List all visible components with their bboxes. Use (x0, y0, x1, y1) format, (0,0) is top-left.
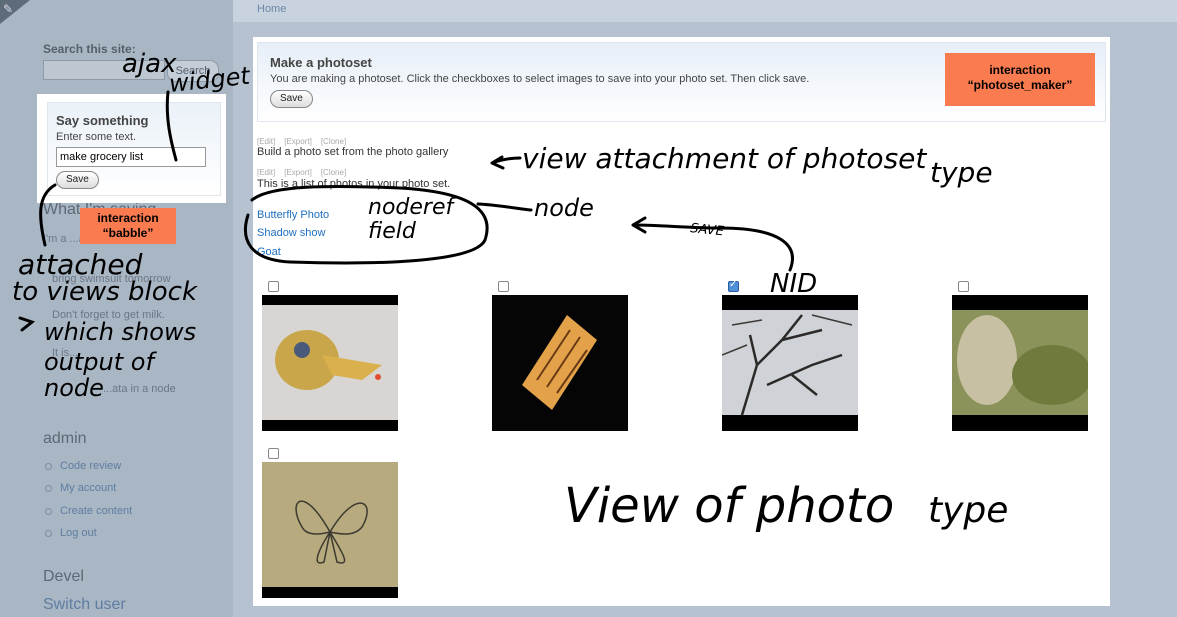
node-link-butterfly[interactable]: Butterfly Photo (257, 209, 329, 221)
babble-hint: Enter some text. (56, 131, 137, 143)
babble-text-input[interactable] (56, 147, 206, 167)
photo-orange-card (492, 295, 628, 431)
babble-save-button[interactable]: Save (56, 171, 99, 189)
export-link[interactable]: [Export] (284, 168, 312, 177)
edit-link[interactable]: [Edit] (257, 168, 275, 177)
tag-line: interaction (989, 63, 1051, 77)
search-input[interactable] (43, 60, 165, 80)
node-link-goat[interactable]: Goat (257, 246, 281, 258)
breadcrumb[interactable]: Home (257, 3, 286, 15)
photo-checkbox[interactable] (728, 279, 739, 292)
photo-butterfly (262, 462, 398, 598)
search-button[interactable]: Search (167, 60, 219, 82)
admin-link-log-out[interactable]: Log out (60, 527, 97, 539)
photo-checkbox[interactable] (268, 281, 279, 292)
photoset-title: Make a photoset (270, 55, 372, 70)
admin-link-code-review[interactable]: Code review (60, 460, 121, 472)
photoset-description: You are making a photoset. Click the che… (270, 73, 810, 85)
bullet-icon (45, 530, 52, 537)
attachment-text: Build a photo set from the photo gallery (257, 146, 449, 158)
bullet-icon (45, 463, 52, 470)
devel-title: Devel (43, 568, 84, 585)
node-link-shadow-show[interactable]: Shadow show (257, 227, 326, 239)
wrench-icon: ✎ (3, 2, 14, 16)
tag-line: “babble” (102, 226, 154, 240)
view-admin-links: [Edit] [Export] [Clone] (257, 168, 355, 177)
tag-line: “photoset_maker” (967, 78, 1073, 92)
bullet-icon (45, 485, 52, 492)
photo-yellow-creature (262, 295, 398, 431)
babble-block: Say something Enter some text. Save (37, 94, 226, 203)
clone-link[interactable]: [Clone] (321, 168, 346, 177)
photoset-maker-tag: interaction “photoset_maker” (945, 53, 1095, 106)
clone-link[interactable]: [Clone] (321, 137, 346, 146)
photo-image (262, 462, 398, 587)
bullet-icon (45, 508, 52, 515)
photo-checkbox[interactable] (498, 281, 509, 292)
babble-item: ...ata in a node (103, 383, 176, 395)
switch-user-link[interactable]: Switch user (43, 596, 126, 614)
photo-checkbox[interactable] (268, 448, 279, 459)
babble-item: Don't forget to get milk. (52, 309, 165, 321)
export-link[interactable]: [Export] (284, 137, 312, 146)
babble-form: Say something Enter some text. Save (47, 102, 221, 196)
tag-line: interaction (97, 211, 159, 225)
search-label: Search this site: (43, 42, 136, 56)
photoset-save-button[interactable]: Save (270, 90, 313, 108)
admin-menu-title: admin (43, 430, 87, 447)
babble-item: bring swimsuit tomorrow (52, 273, 171, 285)
admin-link-my-account[interactable]: My account (60, 482, 116, 494)
photo-checkbox[interactable] (958, 281, 969, 292)
attachment-admin-links: [Edit] [Export] [Clone] (257, 137, 355, 146)
photo-image (262, 305, 398, 420)
babble-title: Say something (56, 113, 149, 128)
photo-bare-tree (722, 295, 858, 431)
photo-image (722, 310, 858, 416)
admin-link-create-content[interactable]: Create content (60, 505, 132, 517)
photo-image (492, 295, 628, 431)
photo-list-text: This is a list of photos in your photo s… (257, 178, 451, 190)
photo-green-blur (952, 295, 1088, 431)
photo-image (952, 310, 1088, 415)
babble-tag: interaction “babble” (80, 208, 176, 244)
babble-item: It is... (52, 347, 79, 359)
edit-link[interactable]: [Edit] (257, 137, 275, 146)
